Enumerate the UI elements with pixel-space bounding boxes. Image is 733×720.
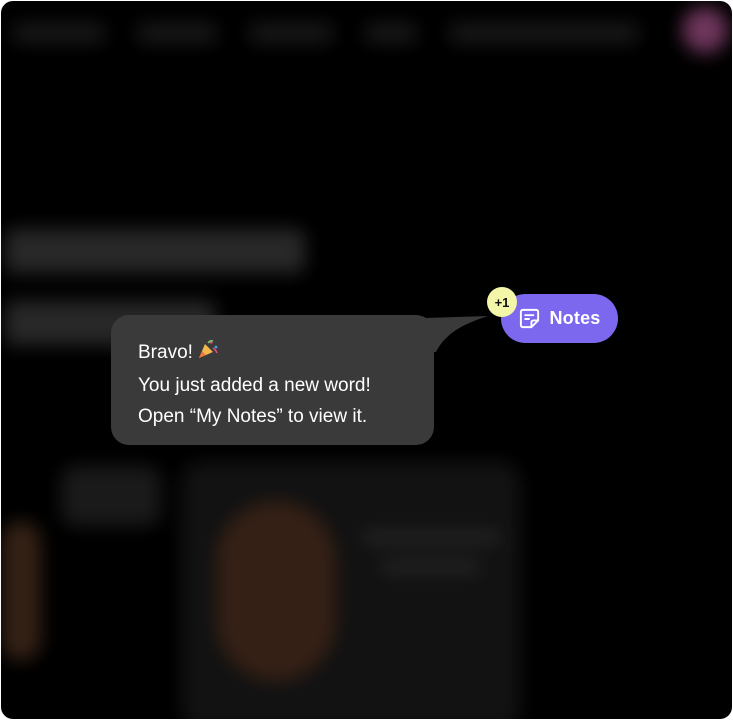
notes-button[interactable]: Notes	[501, 294, 618, 343]
tooltip-bubble: Bravo! You just added a new word! Open “…	[111, 315, 434, 445]
background-nav-item	[365, 23, 417, 43]
sticky-note-icon	[518, 307, 541, 330]
tooltip-message: You just added a new word!	[138, 375, 371, 396]
background-nav-item	[449, 23, 639, 43]
background-bar	[361, 531, 501, 543]
background-photo	[1, 521, 41, 661]
background-nav-item	[249, 23, 333, 43]
party-popper-icon	[197, 338, 219, 370]
notes-button-label: Notes	[549, 308, 601, 328]
tooltip-title: Bravo!	[138, 342, 193, 363]
background-nav	[1, 1, 732, 65]
background-avatar	[682, 7, 728, 53]
background-pill	[61, 466, 161, 526]
notes-count-badge: +1	[487, 287, 517, 317]
background-nav-item	[13, 23, 105, 43]
tooltip-instruction: Open “My Notes” to view it.	[138, 406, 368, 427]
background-nav-item	[137, 23, 217, 43]
background-bar	[381, 561, 481, 573]
background-photo	[216, 501, 336, 681]
tooltip-line: Bravo!	[138, 337, 407, 370]
